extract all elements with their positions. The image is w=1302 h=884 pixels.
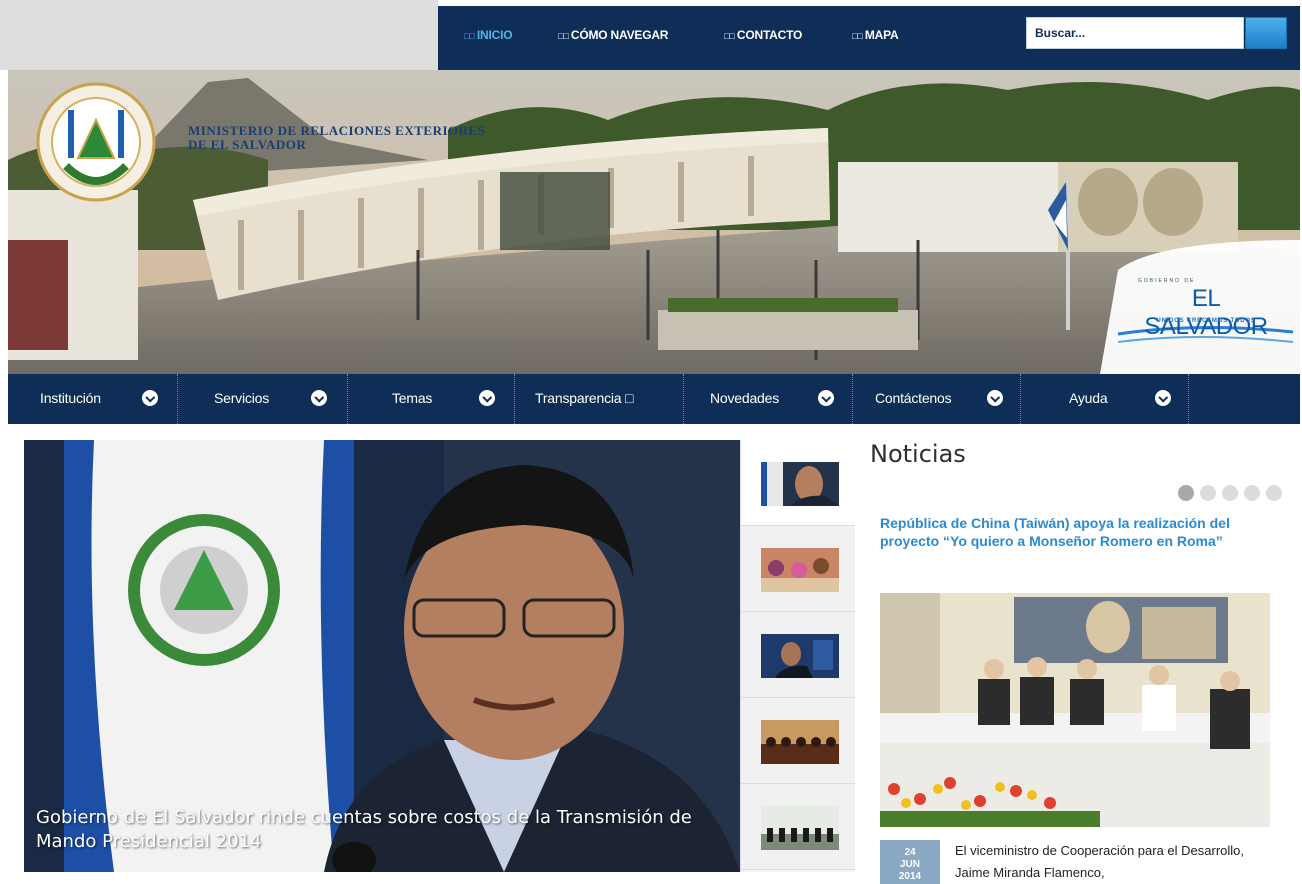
nav-link-label: INICIO [476, 28, 513, 42]
nav-item-novedades[interactable]: Novedades [684, 374, 853, 424]
slider-thumbnail[interactable] [741, 612, 855, 698]
thumbnail-image [761, 720, 839, 764]
nav-item-contactenos[interactable]: Contáctenos [853, 374, 1021, 424]
news-article-title[interactable]: República de China (Taiwán) apoya la rea… [880, 514, 1280, 550]
top-bar-blank [0, 0, 438, 70]
slide-caption[interactable]: Gobierno de El Salvador rinde cuentas so… [36, 806, 736, 854]
nav-link-label: CÓMO NAVEGAR [570, 28, 669, 42]
slider-thumbnail[interactable] [741, 526, 855, 612]
slider-thumbnail[interactable] [741, 440, 855, 526]
nav-item-servicios[interactable]: Servicios [178, 374, 348, 424]
search-button[interactable] [1245, 17, 1287, 49]
news-heading: Noticias [870, 440, 966, 468]
thumbnail-image [761, 462, 839, 506]
gov-badge-top: GOBIERNO DE [1138, 278, 1196, 284]
nav-item-label: Contáctenos [875, 390, 952, 406]
date-day: 24 [904, 847, 916, 858]
chevron-down-icon [818, 390, 834, 406]
chevron-down-icon [479, 390, 495, 406]
featured-slider[interactable]: Gobierno de El Salvador rinde cuentas so… [24, 440, 740, 872]
thumbnail-image [761, 634, 839, 678]
slider-thumbnail[interactable] [741, 698, 855, 784]
thumbnail-image [761, 548, 839, 592]
nav-item-temas[interactable]: Temas [348, 374, 515, 424]
ministry-title[interactable]: Ministerio de Relaciones Exteriores de E… [188, 124, 485, 152]
nav-link-contacto[interactable]: □□ CONTACTO [724, 28, 802, 42]
chevron-down-icon [142, 390, 158, 406]
hero-banner: Ministerio de Relaciones Exteriores de E… [8, 70, 1300, 374]
nav-item-institucion[interactable]: Institución [8, 374, 178, 424]
chevron-down-icon [1155, 390, 1171, 406]
chevron-down-icon [311, 390, 327, 406]
news-article-photo[interactable] [880, 593, 1270, 827]
nav-link-como-navegar[interactable]: □□ CÓMO NAVEGAR [558, 28, 668, 42]
ministry-building-photo [8, 70, 1300, 374]
news-excerpt: El viceministro de Cooperación para el D… [955, 843, 1245, 880]
date-year: 2014 [898, 871, 922, 882]
main-nav: Institución Servicios Temas Transparenci… [8, 374, 1300, 424]
gov-badge-slogan: UNIDOS CRECEMOS TODOS [1156, 318, 1256, 324]
nav-item-label: Institución [40, 390, 101, 406]
help-icon: □□ [558, 31, 569, 41]
chevron-down-icon [987, 390, 1003, 406]
mail-icon: □□ [724, 31, 735, 41]
carousel-dot[interactable] [1244, 485, 1260, 501]
search-box [1026, 17, 1244, 49]
nav-item-label: Servicios [214, 390, 269, 406]
nav-link-inicio[interactable]: □□ INICIO [464, 28, 513, 42]
carousel-dot[interactable] [1222, 485, 1238, 501]
search-input[interactable] [1027, 18, 1243, 48]
carousel-dot[interactable] [1178, 485, 1194, 501]
nav-item-label: Ayuda [1069, 390, 1108, 406]
carousel-dot[interactable] [1200, 485, 1216, 501]
nav-item-ayuda[interactable]: Ayuda [1021, 374, 1189, 424]
nav-link-label: MAPA [864, 28, 899, 42]
nav-link-label: CONTACTO [736, 28, 803, 42]
nav-item-transparencia[interactable]: Transparencia □ [515, 374, 684, 424]
nav-item-label: Temas [392, 390, 433, 406]
nav-item-label: Novedades [710, 390, 780, 406]
nav-item-label: Transparencia □ [535, 390, 634, 406]
news-date-badge: 24 JUN 2014 [880, 840, 940, 884]
thumbnail-image [761, 806, 839, 850]
gov-badge-title[interactable]: EL SALVADOR [1136, 285, 1276, 341]
ministry-title-line2: de El Salvador [188, 137, 307, 152]
date-month: JUN [899, 859, 920, 870]
carousel-dot[interactable] [1266, 485, 1282, 501]
home-icon: □□ [464, 31, 475, 41]
slider-thumbnails [740, 440, 855, 872]
sitemap-icon: □□ [852, 31, 863, 41]
ministry-title-line1: Ministerio de Relaciones Exteriores [188, 123, 486, 138]
news-photo-image [880, 593, 1270, 827]
slider-thumbnail[interactable] [741, 784, 855, 870]
nav-link-mapa[interactable]: □□ MAPA [852, 28, 899, 42]
